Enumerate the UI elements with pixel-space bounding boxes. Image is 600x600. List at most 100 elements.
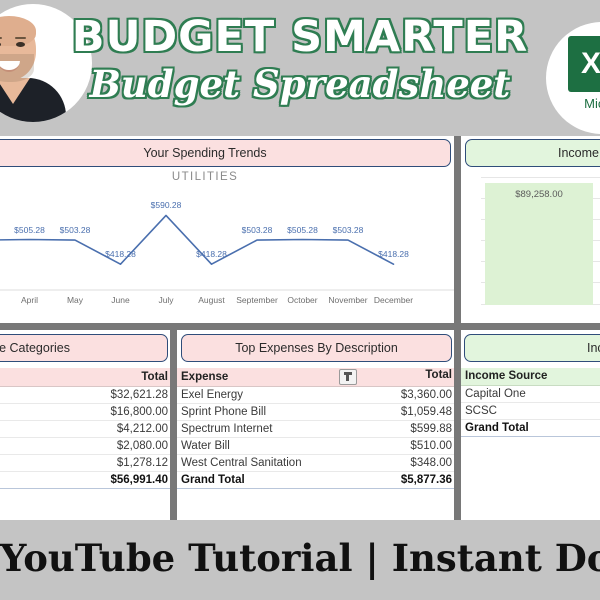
- grand-total-label: Grand Total: [176, 471, 334, 489]
- column-header-total[interactable]: Total: [334, 368, 457, 387]
- chart-data-label: $503.28: [241, 225, 273, 236]
- category-name: [0, 403, 38, 421]
- expense-categories-table: Total $32,621.28 $16,800.00 $4,212.00 $2…: [0, 368, 173, 489]
- chart-data-label: $418.28: [105, 249, 136, 260]
- microsoft-label: Micro: [584, 96, 600, 111]
- spending-trends-caption[interactable]: Your Spending Trends: [0, 139, 451, 167]
- column-header-total[interactable]: Total: [38, 368, 173, 387]
- filter-icon[interactable]: [339, 369, 357, 385]
- panel-income-vs-expenses: Income v... $89,258.00: [461, 136, 600, 323]
- table-row: Exel Energy $3,360.00: [176, 386, 457, 404]
- expense-total: $1,059.48: [334, 403, 457, 421]
- table-header-row: Income Source: [460, 368, 600, 386]
- table-row: $1,278.12: [0, 454, 173, 472]
- category-total: $16,800.00: [38, 403, 173, 421]
- filter-cell[interactable]: [0, 368, 38, 387]
- category-name: [0, 386, 38, 404]
- grand-total-label: [0, 471, 38, 489]
- chart-data-label: $418.28: [378, 249, 409, 260]
- grand-total-value: $5,877.36: [334, 471, 457, 489]
- panel-expense-categories: pense Categories Total $32,621.28 $16,80…: [0, 330, 173, 520]
- chart-x-tick-label: April: [20, 295, 39, 305]
- banner-title: BUDGET SMARTER: [71, 12, 529, 62]
- chart-title: UTILITIES: [171, 171, 239, 183]
- category-name: [0, 420, 38, 438]
- chart-x-tick-label: December: [373, 295, 414, 305]
- expense-total: $3,360.00: [334, 386, 457, 404]
- table-row: West Central Sanitation $348.00: [176, 454, 457, 472]
- chart-x-tick-label: November: [328, 295, 368, 305]
- income-vs-bar-chart: $89,258.00: [461, 169, 600, 321]
- excel-x-glyph: X: [580, 47, 600, 80]
- chart-plot: [0, 214, 456, 291]
- category-total: $4,212.00: [38, 420, 173, 438]
- column-header-income-source[interactable]: Income Source: [460, 368, 600, 386]
- table-row: Sprint Phone Bill $1,059.48: [176, 403, 457, 421]
- dashboard: Your Spending Trends UTILITIES $503.28 $5…: [0, 136, 600, 520]
- grand-total-label: Grand Total: [460, 418, 600, 437]
- panel-top-expenses: Top Expenses By Description Expense Tota…: [176, 330, 457, 520]
- footer-text: YouTube Tutorial | Instant Download: [0, 536, 600, 580]
- expense-name: Sprint Phone Bill: [176, 403, 334, 421]
- table-header-row: Expense Total: [176, 368, 457, 387]
- chart-data-label: $418.28: [196, 249, 227, 260]
- expense-total: $599.88: [334, 420, 457, 438]
- panel-divider-bottom-1: [170, 330, 177, 520]
- income-bar: [485, 183, 593, 305]
- grand-total-row: Grand Total $5,877.36: [176, 471, 457, 489]
- chart-x-tick-label: May: [66, 295, 84, 305]
- chart-data-label: $505.28: [287, 224, 318, 235]
- panel-divider-bottom-2: [454, 330, 461, 520]
- income-source-name: Capital One: [460, 385, 600, 403]
- table-row: Capital One: [460, 385, 600, 403]
- expense-total: $510.00: [334, 437, 457, 455]
- income-vs-caption[interactable]: Income v...: [465, 139, 600, 167]
- category-name: [0, 437, 38, 455]
- banner-subtitle: Budget Spreadsheet: [89, 62, 511, 106]
- expense-categories-caption[interactable]: pense Categories: [0, 334, 168, 362]
- grand-total-row: $56,991.40: [0, 471, 173, 489]
- panel-income-sources: Income So... Income Source Capital One S…: [460, 330, 600, 520]
- table-row: $16,800.00: [0, 403, 173, 421]
- panel-divider-horizontal: [0, 323, 600, 330]
- column-header-expense[interactable]: Expense: [176, 368, 334, 387]
- chart-x-tick-label: October: [287, 295, 318, 305]
- utilities-line-chart: UTILITIES $503.28 $505.28 $503.28 $418.28 $5…: [0, 169, 456, 321]
- chart-x-tick-label: July: [158, 295, 174, 305]
- microsoft-excel-icon: X: [568, 36, 600, 92]
- chart-data-label: $503.28: [332, 225, 364, 236]
- chart-x-tick-label: June: [111, 295, 130, 305]
- header-banner: BUDGET SMARTER Budget Spreadsheet X Micr…: [0, 0, 600, 136]
- table-header-row: Total: [0, 368, 173, 387]
- chart-data-label: $590.28: [150, 200, 182, 211]
- chart-x-tick-label: September: [236, 295, 278, 305]
- expense-name: Spectrum Internet: [176, 420, 334, 438]
- column-header-total-label: Total: [425, 369, 452, 381]
- category-total: $32,621.28: [38, 386, 173, 404]
- chart-data-label: $505.28: [14, 224, 45, 235]
- grand-total-value: $56,991.40: [38, 471, 173, 489]
- table-row: SCSC: [460, 402, 600, 420]
- income-bar-value: $89,258.00: [515, 189, 563, 200]
- chart-x-axis-labels: MarchAprilMayJuneJulyAugustSeptemberOcto…: [0, 295, 456, 313]
- panel-spending-trends: Your Spending Trends UTILITIES $503.28 $5…: [0, 136, 456, 323]
- table-row: Water Bill $510.00: [176, 437, 457, 455]
- chart-x-tick-label: August: [198, 295, 225, 305]
- table-row: $32,621.28: [0, 386, 173, 404]
- expense-name: Exel Energy: [176, 386, 334, 404]
- grand-total-row: Grand Total: [460, 418, 600, 437]
- category-name: [0, 454, 38, 472]
- income-sources-caption[interactable]: Income So...: [464, 334, 600, 362]
- category-total: $1,278.12: [38, 454, 173, 472]
- table-row: $2,080.00: [0, 437, 173, 455]
- panel-divider-top: [454, 136, 461, 323]
- expense-total: $348.00: [334, 454, 457, 472]
- chart-data-label: $503.28: [59, 225, 91, 236]
- top-expenses-table: Expense Total Exel Energy $3,360.00 Spri…: [176, 368, 457, 489]
- category-total: $2,080.00: [38, 437, 173, 455]
- top-expenses-caption[interactable]: Top Expenses By Description: [181, 334, 452, 362]
- table-row: $4,212.00: [0, 420, 173, 438]
- income-source-name: SCSC: [460, 402, 600, 420]
- expense-name: Water Bill: [176, 437, 334, 455]
- footer-banner: YouTube Tutorial | Instant Download: [0, 520, 600, 600]
